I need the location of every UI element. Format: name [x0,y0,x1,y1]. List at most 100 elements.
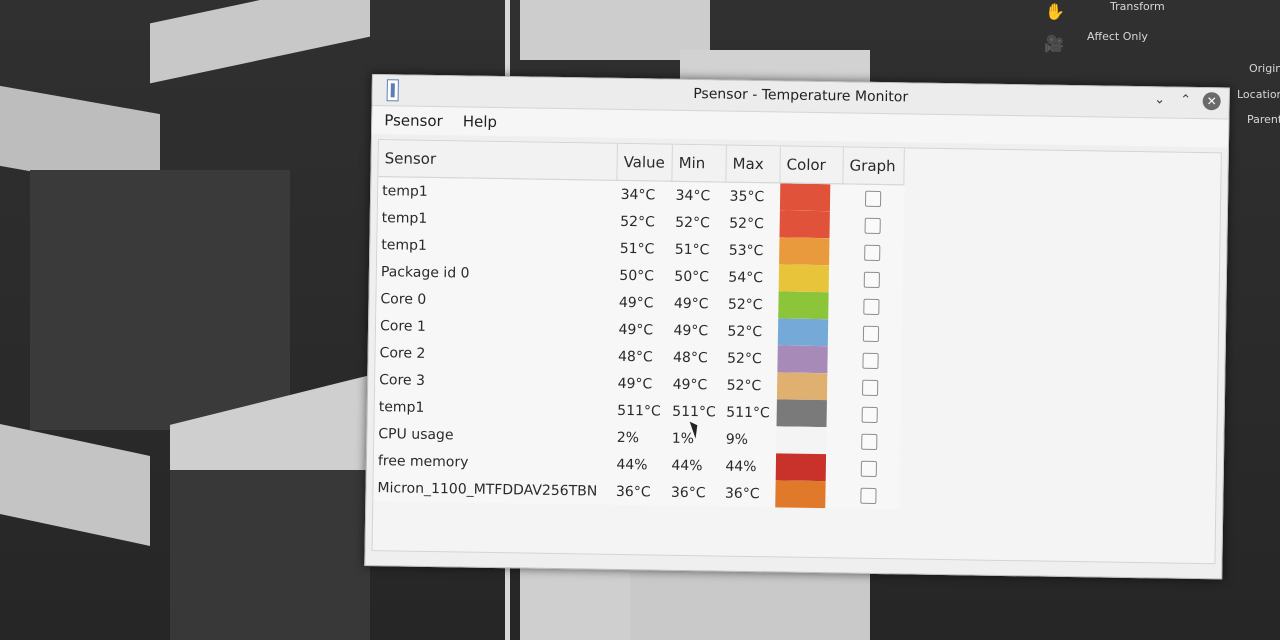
value-cell: 511°C [613,396,669,425]
color-cell[interactable] [778,264,842,293]
color-swatch[interactable] [777,291,829,320]
menu-psensor[interactable]: Psensor [382,109,445,132]
graph-cell [837,481,900,510]
graph-cell [840,292,903,321]
color-swatch[interactable] [776,399,827,428]
graph-cell [841,265,903,294]
min-cell: 51°C [670,235,725,264]
value-cell: 36°C [611,477,668,506]
color-cell[interactable] [776,399,840,428]
graph-cell [840,319,902,348]
location-label: Location [1237,88,1280,101]
min-cell: 49°C [669,289,725,318]
min-cell: 48°C [668,343,724,372]
color-cell[interactable] [775,453,839,482]
color-cell[interactable] [774,480,839,509]
sensor-name-cell: Micron_1100_MTFDDAV256TBN [373,474,613,505]
max-cell: 52°C [722,344,778,373]
graph-checkbox[interactable] [860,487,877,504]
close-icon[interactable]: ✕ [1202,92,1221,111]
color-swatch[interactable] [775,426,827,455]
psensor-window: Psensor - Temperature Monitor ⌄ ⌃ ✕ Psen… [364,74,1230,580]
color-swatch[interactable] [778,210,830,239]
sensor-list-panel: Sensor Value Min Max Color Graph temp1 34… [371,139,1222,565]
camera-icon: 🎥 [1044,34,1064,53]
color-swatch[interactable] [778,264,829,293]
sensor-name-cell: Core 3 [374,366,614,397]
value-cell: 50°C [615,261,671,290]
maximize-chevron-up-icon[interactable]: ⌃ [1177,92,1195,110]
window-title: Psensor - Temperature Monitor [693,86,909,106]
graph-cell [842,183,904,213]
value-cell: 48°C [613,342,670,371]
graph-checkbox[interactable] [862,379,879,396]
color-cell[interactable] [779,182,843,212]
menu-help[interactable]: Help [461,110,500,133]
max-cell: 35°C [725,182,780,211]
header-graph[interactable]: Graph [842,147,905,185]
graph-checkbox[interactable] [863,271,880,288]
max-cell: 53°C [724,236,779,265]
color-cell[interactable] [775,426,840,455]
color-cell[interactable] [776,345,841,374]
max-cell: 511°C [722,398,777,427]
header-min[interactable]: Min [671,144,727,183]
color-swatch[interactable] [774,480,826,509]
value-cell: 49°C [614,315,670,344]
transform-label: Transform [1110,0,1165,13]
color-cell[interactable] [776,372,840,401]
header-sensor[interactable]: Sensor [378,140,618,181]
graph-checkbox[interactable] [864,217,881,234]
sensor-name-cell: temp1 [377,176,617,208]
color-swatch[interactable] [777,318,828,347]
scene-cube [0,424,150,546]
sensor-name-cell: CPU usage [374,420,614,451]
sensor-name-cell: Core 2 [375,339,615,370]
value-cell: 49°C [613,369,669,398]
min-cell: 50°C [670,262,725,291]
color-cell[interactable] [777,291,842,320]
graph-checkbox[interactable] [862,325,880,342]
graph-cell [841,211,904,240]
color-swatch[interactable] [778,237,829,266]
graph-cell [838,427,900,456]
max-cell: 44% [721,452,776,481]
graph-cell [839,373,901,402]
affect-only-label: Affect Only [1087,30,1148,43]
window-controls: ⌄ ⌃ ✕ [1151,91,1221,111]
max-cell: 52°C [724,209,780,238]
max-cell: 9% [721,425,777,454]
graph-checkbox[interactable] [864,190,882,207]
minimize-chevron-down-icon[interactable]: ⌄ [1151,91,1169,109]
min-cell: 49°C [669,316,724,345]
header-value[interactable]: Value [616,143,673,182]
graph-checkbox[interactable] [861,406,878,423]
color-swatch[interactable] [776,345,828,374]
graph-cell [838,454,900,483]
header-color[interactable]: Color [779,146,844,184]
min-cell: 44% [667,451,722,480]
color-swatch[interactable] [776,372,827,401]
min-cell: 36°C [666,478,722,507]
graph-checkbox[interactable] [861,433,878,450]
color-swatch[interactable] [775,453,826,482]
max-cell: 52°C [723,290,779,319]
sensor-name-cell: temp1 [377,204,617,235]
max-cell: 52°C [723,317,778,346]
sensor-name-cell: temp1 [377,231,617,262]
graph-checkbox[interactable] [863,298,880,315]
scene-cube [170,470,370,640]
graph-cell [839,400,901,429]
graph-cell [839,346,902,375]
value-cell: 2% [612,423,669,452]
min-cell: 34°C [671,181,726,210]
graph-checkbox[interactable] [864,244,881,261]
color-cell[interactable] [778,237,842,266]
color-cell[interactable] [777,318,841,347]
color-cell[interactable] [778,210,843,239]
color-swatch[interactable] [779,183,830,212]
graph-checkbox[interactable] [862,352,879,369]
sensor-name-cell: Core 1 [375,312,615,343]
graph-checkbox[interactable] [860,460,877,477]
header-max[interactable]: Max [725,145,781,183]
